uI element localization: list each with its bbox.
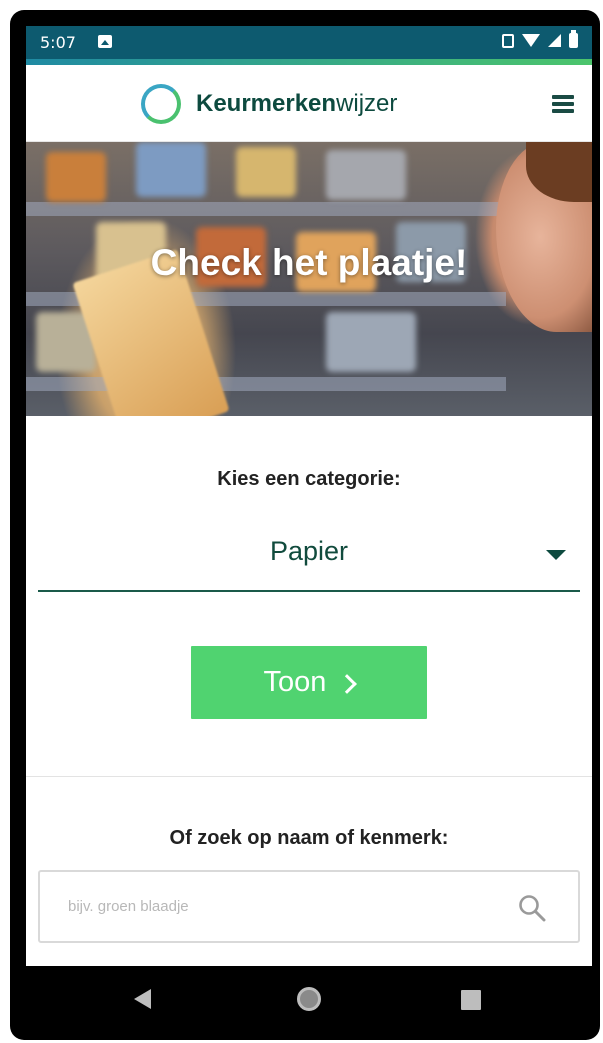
menu-bar bbox=[552, 95, 574, 99]
wifi-icon bbox=[522, 34, 540, 47]
status-time: 5:07 bbox=[40, 33, 76, 52]
category-selected-value: Papier bbox=[269, 536, 349, 566]
hero-banner: Check het plaatje! bbox=[26, 142, 592, 416]
show-button[interactable]: Toon bbox=[191, 646, 427, 719]
system-nav-bar bbox=[26, 966, 592, 1033]
product bbox=[326, 150, 406, 200]
product bbox=[46, 152, 106, 202]
app-header: Keurmerkenwijzer bbox=[26, 65, 592, 142]
logo-text-bold: Keurmerken bbox=[196, 90, 337, 117]
logo-text-light: wijzer bbox=[336, 90, 398, 117]
logo[interactable]: Keurmerkenwijzer bbox=[141, 84, 397, 124]
search-box bbox=[38, 870, 580, 943]
nav-recent-icon[interactable] bbox=[461, 990, 481, 1010]
photo-icon bbox=[98, 35, 112, 48]
product bbox=[326, 312, 416, 372]
battery-icon bbox=[569, 30, 578, 48]
category-label: Kies een categorie: bbox=[217, 468, 401, 490]
logo-ring-icon bbox=[141, 84, 181, 124]
chevron-down-icon bbox=[546, 550, 566, 560]
product bbox=[136, 142, 206, 197]
menu-icon[interactable] bbox=[552, 95, 574, 113]
nav-home-icon[interactable] bbox=[297, 987, 321, 1011]
shelf bbox=[26, 377, 506, 391]
chevron-right-icon bbox=[337, 673, 358, 694]
menu-bar bbox=[552, 109, 574, 113]
search-input[interactable] bbox=[52, 884, 492, 929]
app-screen: 5:07 Keurmerkenwijzer Check het plaatje!… bbox=[26, 26, 592, 1033]
category-select[interactable]: Papier bbox=[38, 516, 580, 592]
category-section: Kies een categorie: Papier Toon bbox=[26, 416, 592, 776]
show-button-label: Toon bbox=[263, 666, 327, 698]
vibrate-icon bbox=[502, 33, 514, 48]
shelf bbox=[26, 202, 506, 216]
product bbox=[236, 147, 296, 197]
search-icon[interactable] bbox=[518, 894, 546, 922]
search-section: Of zoek op naam of kenmerk: bbox=[26, 777, 592, 967]
logo-text: Keurmerkenwijzer bbox=[196, 90, 397, 118]
status-icons bbox=[502, 30, 578, 48]
menu-bar bbox=[552, 102, 574, 106]
signal-icon bbox=[548, 34, 561, 47]
nav-back-icon[interactable] bbox=[134, 989, 151, 1009]
search-label: Of zoek op naam of kenmerk: bbox=[169, 827, 449, 849]
hero-title: Check het plaatje! bbox=[150, 242, 468, 283]
status-bar: 5:07 bbox=[26, 26, 592, 59]
